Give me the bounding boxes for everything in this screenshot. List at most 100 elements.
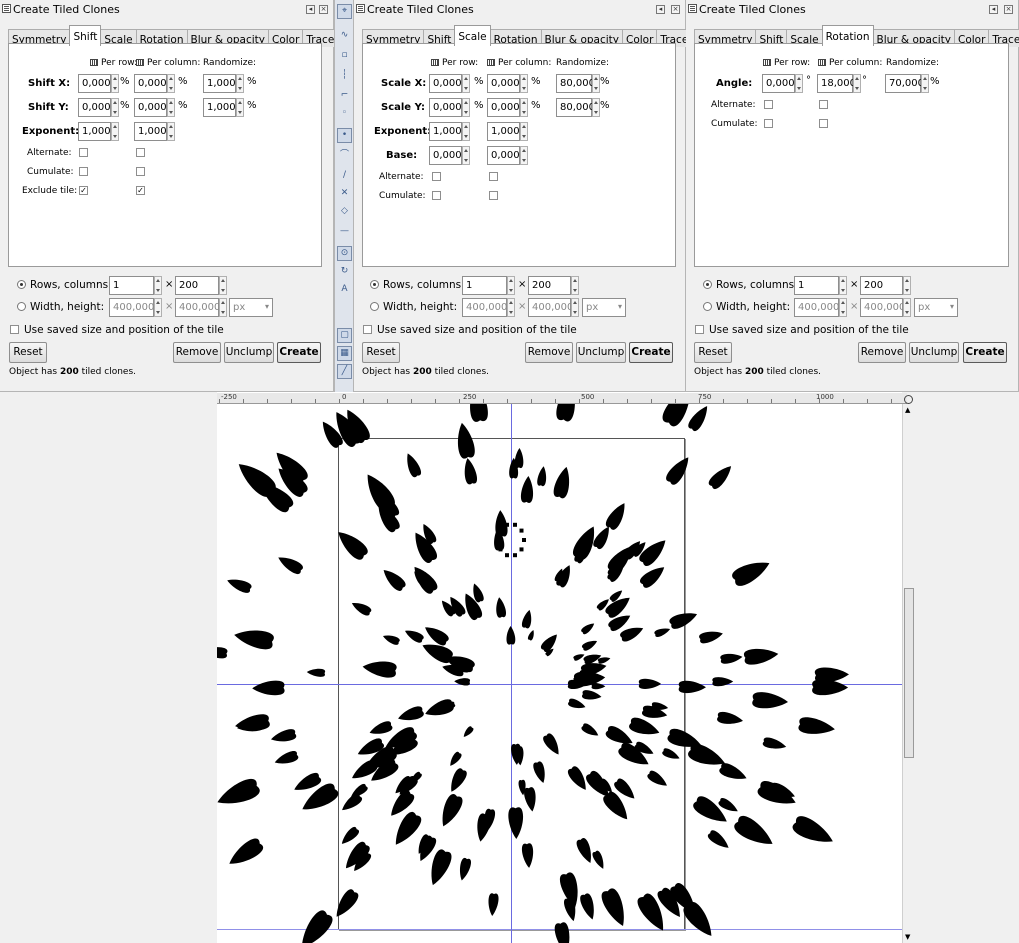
columns-input[interactable]: 200 — [860, 276, 911, 295]
teardrop-clone[interactable] — [616, 741, 652, 771]
width-input[interactable]: 400,0000 — [462, 298, 515, 317]
alternate-row-checkbox[interactable] — [764, 100, 773, 109]
spin-arrows[interactable] — [520, 146, 528, 165]
collapse-icon[interactable]: ◂ — [989, 5, 998, 14]
teardrop-clone[interactable] — [457, 857, 472, 882]
snap-text-icon[interactable]: A — [337, 282, 352, 297]
base-row-input[interactable]: 0,000 — [429, 146, 470, 165]
chevron-down-icon[interactable]: ▾ — [618, 302, 622, 311]
teardrop-clone[interactable] — [814, 667, 850, 683]
teardrop-clone[interactable] — [790, 813, 837, 850]
teardrop-clone[interactable] — [409, 562, 440, 595]
teardrop-clone[interactable] — [591, 850, 607, 871]
teardrop-clone[interactable] — [553, 921, 573, 943]
teardrop-clone[interactable] — [575, 837, 596, 865]
width-input[interactable]: 400,0000 — [794, 298, 847, 317]
teardrop-clone[interactable] — [752, 691, 789, 709]
selection-handle[interactable] — [498, 528, 503, 533]
snap-intersection-icon[interactable]: ✕ — [337, 186, 352, 201]
zoom-icon[interactable] — [904, 395, 913, 404]
selection-handle[interactable] — [519, 528, 524, 533]
spin-arrows[interactable] — [507, 276, 515, 295]
selection-handle[interactable] — [498, 547, 503, 552]
teardrop-clone[interactable] — [396, 705, 425, 724]
reset-button[interactable]: Reset — [362, 342, 400, 363]
chevron-down-icon[interactable]: ▾ — [950, 302, 954, 311]
teardrop-clone[interactable] — [467, 404, 489, 422]
teardrop-clone[interactable] — [217, 776, 262, 811]
spin-arrows[interactable] — [219, 298, 227, 317]
unclump-button[interactable]: Unclump — [909, 342, 959, 363]
snap-center-icon[interactable]: ⊙ — [337, 246, 352, 261]
teardrop-clone[interactable] — [637, 535, 670, 568]
teardrop-clone[interactable] — [798, 716, 836, 737]
chevron-down-icon[interactable]: ▾ — [265, 302, 269, 311]
spin-arrows[interactable] — [111, 122, 119, 141]
teardrop-clone[interactable] — [389, 810, 424, 850]
teardrop-clone[interactable] — [732, 813, 778, 852]
teardrop-clone[interactable] — [638, 678, 662, 689]
teardrop-clone[interactable] — [403, 627, 425, 644]
remove-button[interactable]: Remove — [173, 342, 221, 363]
spin-arrows[interactable] — [111, 98, 119, 117]
scroll-up-icon[interactable]: ▲ — [905, 406, 910, 414]
teardrop-clone[interactable] — [217, 645, 228, 659]
alternate-col-checkbox[interactable] — [136, 148, 145, 157]
create-button[interactable]: Create — [277, 342, 321, 363]
alternate-row-checkbox[interactable] — [79, 148, 88, 157]
selection-handle[interactable] — [505, 553, 509, 558]
teardrop-clone[interactable] — [270, 728, 297, 745]
snap-page-icon[interactable]: ▢ — [337, 328, 352, 343]
spin-arrows[interactable] — [903, 298, 911, 317]
collapse-icon[interactable]: ◂ — [306, 5, 315, 14]
scale-x-rand-input[interactable]: 80,000 — [556, 74, 600, 93]
teardrop-clone[interactable] — [273, 750, 299, 768]
close-icon[interactable]: × — [671, 5, 680, 14]
width-height-radio[interactable] — [17, 302, 26, 311]
exponent-row-input[interactable]: 1,000 — [429, 122, 470, 141]
width-height-radio[interactable] — [370, 302, 379, 311]
shift-y-rand-input[interactable]: 1,000 — [203, 98, 244, 117]
teardrop-clone[interactable] — [573, 652, 586, 661]
teardrop-clone[interactable] — [382, 632, 401, 646]
spin-arrows[interactable] — [111, 74, 119, 93]
selection-handle[interactable] — [496, 538, 500, 542]
teardrop-clone[interactable] — [668, 608, 699, 630]
height-input[interactable]: 400,0000 — [860, 298, 912, 317]
spin-arrows[interactable] — [520, 122, 528, 141]
unit-select[interactable]: px ▾ — [582, 298, 626, 317]
teardrop-clone[interactable] — [368, 720, 394, 738]
teardrop-clone[interactable] — [508, 807, 524, 839]
teardrop-clone[interactable] — [403, 451, 423, 478]
create-button[interactable]: Create — [629, 342, 673, 363]
teardrop-clone[interactable] — [339, 825, 361, 847]
columns-input[interactable]: 200 — [175, 276, 227, 295]
tab-rotation[interactable]: Rotation — [821, 25, 874, 46]
teardrop-clone[interactable] — [580, 722, 600, 739]
cumulate-row-checkbox[interactable] — [79, 167, 88, 176]
reset-button[interactable]: Reset — [9, 342, 47, 363]
teardrop-clone[interactable] — [646, 769, 670, 790]
rows-input[interactable]: 1 — [794, 276, 847, 295]
alternate-col-checkbox[interactable] — [489, 172, 498, 181]
teardrop-clone[interactable] — [446, 767, 468, 795]
teardrop-clone[interactable] — [698, 628, 724, 644]
snap-line-icon[interactable]: — — [337, 224, 352, 239]
alternate-col-checkbox[interactable] — [819, 100, 828, 109]
exclude-tile-col-checkbox[interactable]: ✓ — [136, 186, 145, 195]
cumulate-col-checkbox[interactable] — [489, 191, 498, 200]
exponent-row-input[interactable]: 1,000 — [78, 122, 119, 141]
teardrop-clone[interactable] — [532, 761, 548, 785]
teardrop-clone[interactable] — [462, 725, 475, 738]
angle-row-input[interactable]: 0,000 — [762, 74, 803, 93]
rows-input[interactable]: 1 — [462, 276, 515, 295]
teardrop-clone[interactable] — [579, 892, 598, 921]
scale-x-col-input[interactable]: 0,000 — [487, 74, 528, 93]
node-tool-icon[interactable]: ⌖ — [337, 4, 352, 19]
teardrop-clone[interactable] — [521, 609, 534, 629]
teardrop-clone[interactable] — [537, 466, 548, 487]
remove-button[interactable]: Remove — [858, 342, 906, 363]
snap-corner-icon[interactable]: ⌐ — [337, 88, 352, 103]
scale-y-rand-input[interactable]: 80,000 — [556, 98, 600, 117]
spin-arrows[interactable] — [592, 74, 600, 93]
